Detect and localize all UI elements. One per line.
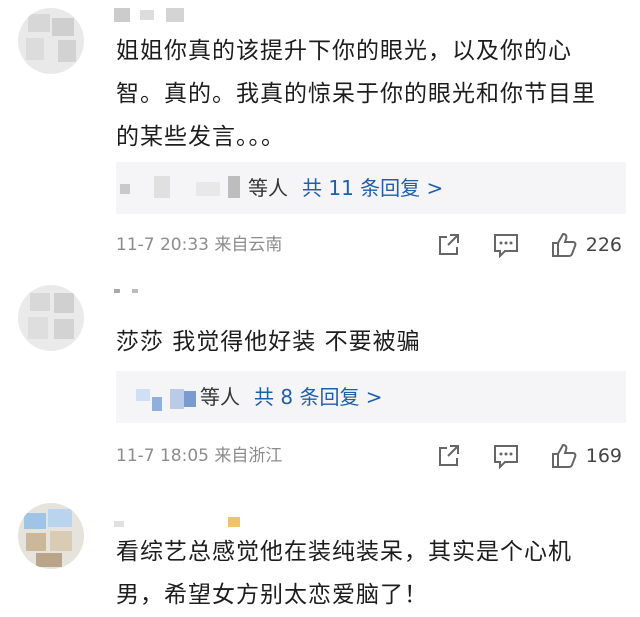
reply-users-label: 等人 [200,385,240,409]
comment-location: 来自云南 [214,235,283,255]
reply-users-blurred [116,371,206,423]
share-icon[interactable] [436,443,462,469]
reply-preview[interactable]: 等人 共 8 条回复 > [116,371,626,423]
comment-meta: 11-7 18:05 来自浙江 169 [116,441,622,471]
comment-date: 11-7 18:05 [116,446,209,466]
view-replies-link[interactable]: 共 8 条回复 > [254,371,383,423]
avatar[interactable] [18,285,84,351]
like-count: 169 [585,445,622,467]
comment-text: 莎莎 我觉得他好装 不要被骗 [116,329,421,355]
reply-users-label: 等人 [248,176,288,200]
username-blurred[interactable] [114,6,264,24]
view-replies-link[interactable]: 共 11 条回复 > [302,162,443,214]
reply-users-blurred [116,162,246,214]
username-blurred[interactable] [114,517,244,531]
comment-location: 来自浙江 [214,446,283,466]
comment-item: 莎莎 我觉得他好装 不要被骗 等人 共 8 条回复 > 11-7 18:05 来… [0,275,640,475]
comment-date: 11-7 20:33 [116,235,209,255]
comment-icon[interactable] [492,443,520,470]
like-count: 226 [585,234,622,256]
avatar[interactable] [18,8,84,74]
comment-text: 姐姐你真的该提升下你的眼光，以及你的心 智。真的。我真的惊呆于你的眼光和你节目里… [116,38,596,150]
thumb-up-icon[interactable] [550,442,578,470]
thumb-up-icon[interactable] [550,231,578,259]
comment-item: 看综艺总感觉他在装纯装呆，其实是个心机 男，希望女方别太恋爱脑了！ [0,495,640,617]
reply-preview[interactable]: 等人 共 11 条回复 > [116,162,626,214]
avatar[interactable] [18,503,84,569]
comment-icon[interactable] [492,232,520,259]
comment-item: 姐姐你真的该提升下你的眼光，以及你的心 智。真的。我真的惊呆于你的眼光和你节目里… [0,0,640,265]
comment-meta: 11-7 20:33 来自云南 226 [116,230,622,260]
comment-text: 看综艺总感觉他在装纯装呆，其实是个心机 男，希望女方别太恋爱脑了！ [116,539,572,608]
username-blurred[interactable] [114,285,194,297]
share-icon[interactable] [436,232,462,258]
